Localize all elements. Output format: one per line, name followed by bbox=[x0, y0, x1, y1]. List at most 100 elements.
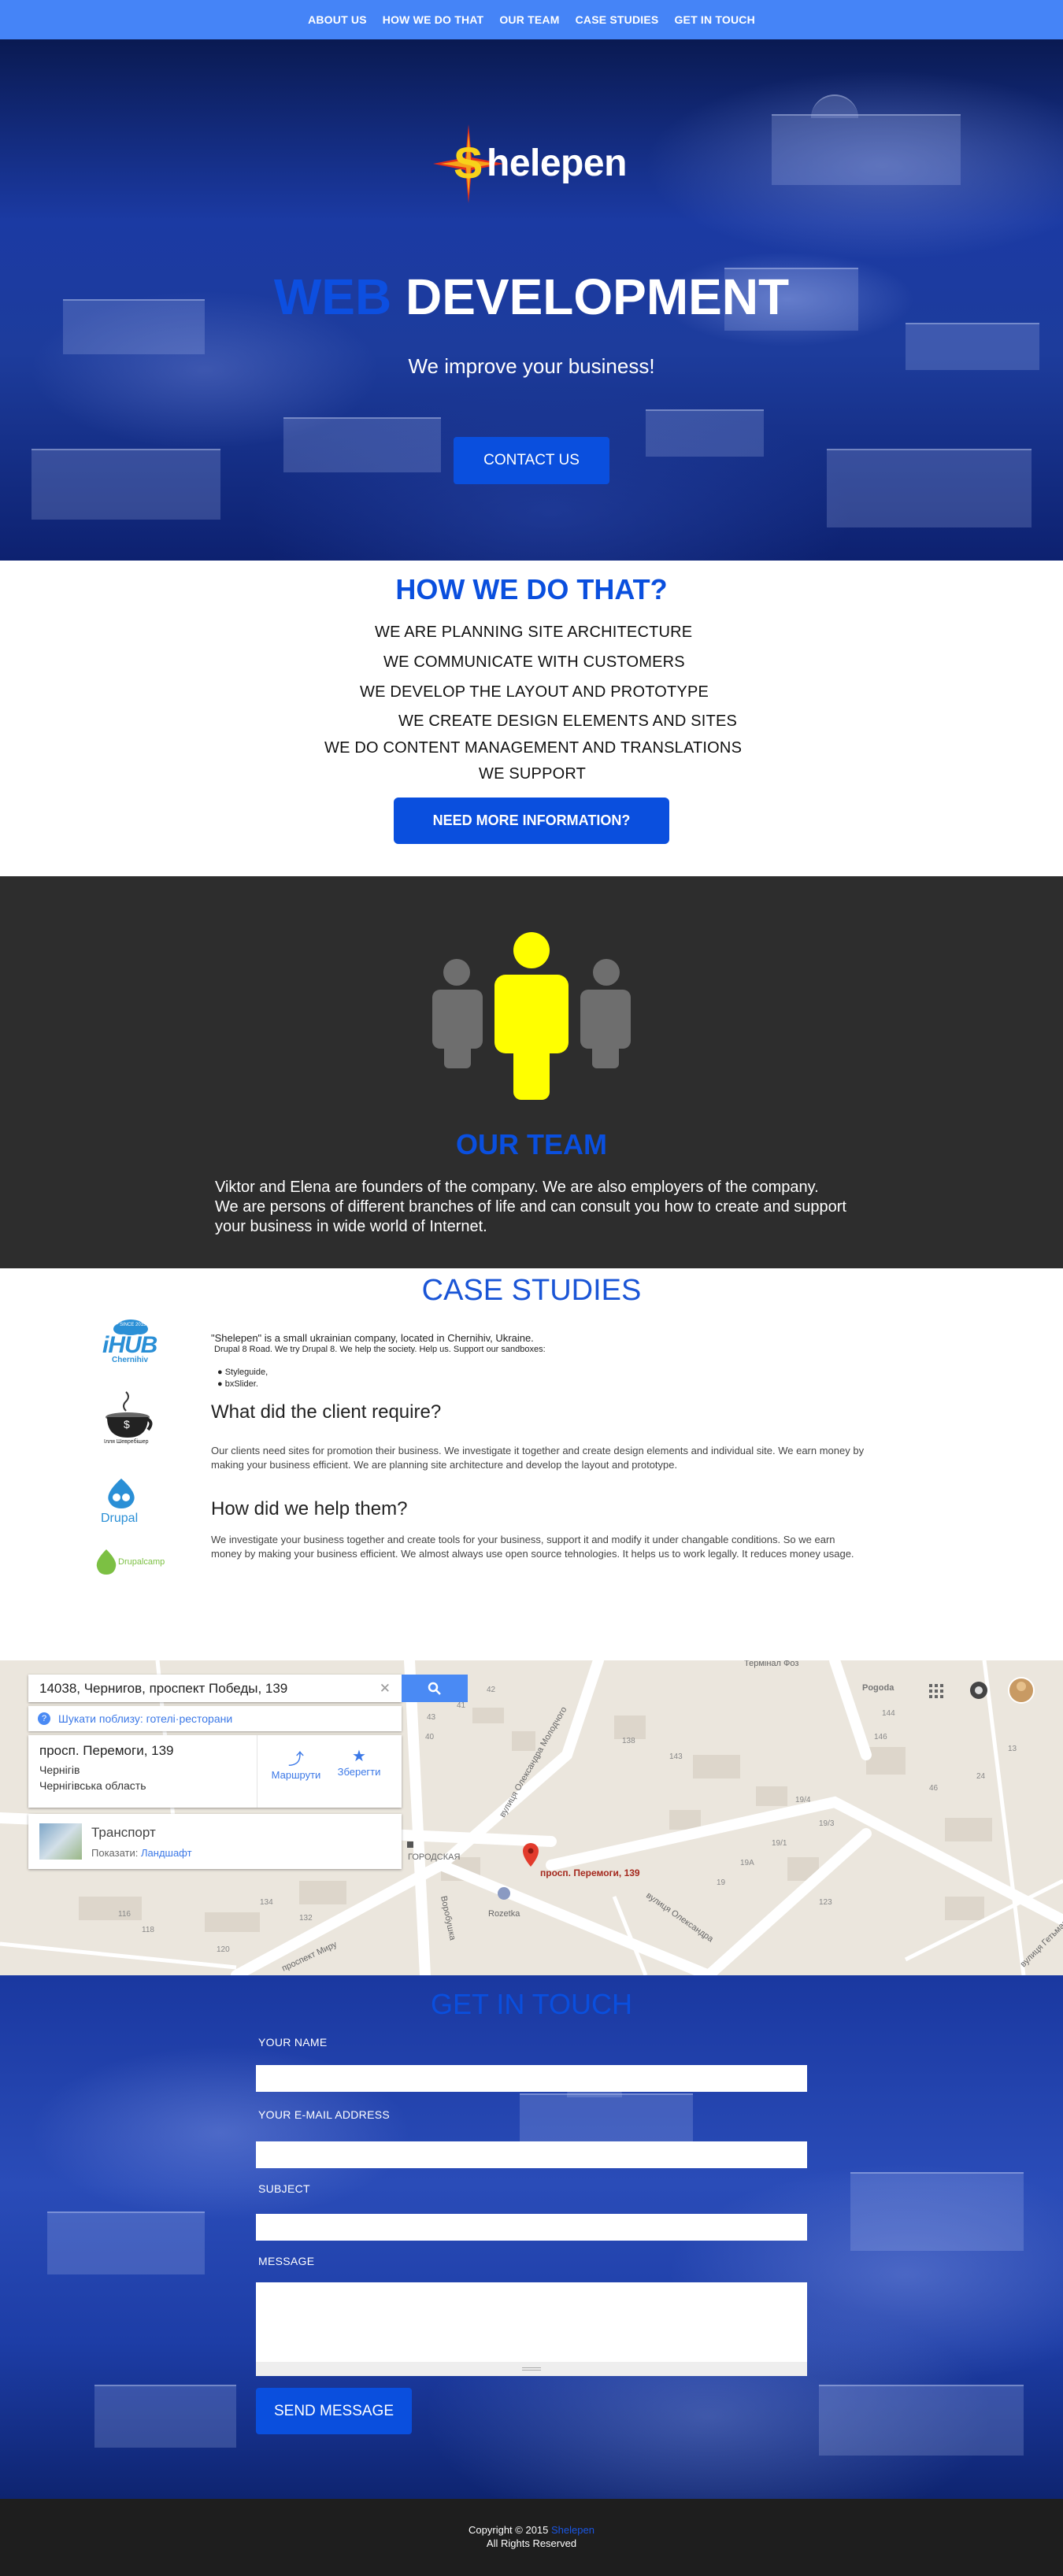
transport-thumbnail bbox=[39, 1823, 82, 1860]
resize-handle-icon[interactable] bbox=[522, 2367, 541, 2371]
svg-text:S: S bbox=[454, 138, 483, 187]
map-number: 132 bbox=[299, 1914, 313, 1923]
send-message-button[interactable]: SEND MESSAGE bbox=[256, 2388, 412, 2434]
location-marker-icon bbox=[523, 1843, 539, 1867]
case-question-1: What did the client require? bbox=[211, 1401, 442, 1423]
copyright-text: Copyright © 2015 bbox=[469, 2524, 552, 2536]
map-label-pogoda: Pogoda bbox=[862, 1683, 894, 1693]
contact-us-button[interactable]: CONTACT US bbox=[454, 437, 609, 484]
map-street: Воробушка bbox=[439, 1895, 457, 1941]
bus-stop-icon bbox=[407, 1841, 413, 1848]
map-transport-card[interactable]: Транспорт Показати: Ландшафт bbox=[28, 1814, 402, 1869]
case-answer-1: Our clients need sites for promotion the… bbox=[211, 1445, 865, 1471]
map-number: 138 bbox=[622, 1737, 635, 1745]
email-label: YOUR E-MAIL ADDRESS bbox=[258, 2108, 390, 2121]
map-number: 143 bbox=[669, 1752, 683, 1761]
case-bullet-text[interactable]: bxSlider. bbox=[225, 1379, 258, 1389]
map-nearby-search[interactable]: ? Шукати поблизу: готелі·ресторани bbox=[28, 1706, 402, 1731]
drupalcamp-drop-icon bbox=[96, 1549, 117, 1575]
case-studies-title: CASE STUDIES bbox=[421, 1274, 642, 1307]
svg-text:$: $ bbox=[124, 1418, 130, 1430]
map-number: 42 bbox=[487, 1686, 496, 1694]
map-number: 13 bbox=[1008, 1745, 1017, 1753]
clear-icon[interactable]: ✕ bbox=[380, 1681, 391, 1696]
map-label-gorodskaya: ГОРОДСКАЯ bbox=[408, 1852, 460, 1862]
case-bullet-text[interactable]: Styleguide, bbox=[225, 1368, 268, 1377]
case-bullet: ● bxSlider. bbox=[217, 1379, 258, 1389]
footer-rights: All Rights Reserved bbox=[486, 2537, 577, 2549]
map-number: 19/3 bbox=[819, 1819, 835, 1828]
map-number: 123 bbox=[819, 1898, 832, 1907]
message-label: MESSAGE bbox=[258, 2255, 315, 2267]
map-number: 19 bbox=[717, 1878, 726, 1887]
map-number: 43 bbox=[427, 1713, 436, 1722]
routes-button[interactable]: ⤴ Маршрути bbox=[265, 1746, 328, 1781]
subject-input[interactable] bbox=[256, 2214, 807, 2241]
map-number: 19/4 bbox=[795, 1796, 811, 1804]
google-map[interactable]: 43 40 41 42 138 144 143 146 19/4 19/3 19… bbox=[0, 1660, 1063, 1975]
routes-label: Маршрути bbox=[271, 1769, 321, 1781]
star-icon: ★ bbox=[352, 1748, 366, 1765]
subject-label: SUBJECT bbox=[258, 2182, 310, 2195]
place-region: Чернігівська область bbox=[39, 1779, 146, 1792]
how-item: WE DEVELOP THE LAYOUT AND PROTOTYPE bbox=[360, 683, 709, 701]
map-search-value: 14038, Чернигов, проспект Победы, 139 bbox=[39, 1681, 288, 1696]
your-name-label: YOUR NAME bbox=[258, 2036, 328, 2049]
nav-get-in-touch[interactable]: GET IN TOUCH bbox=[674, 13, 754, 26]
drupal-drop-icon bbox=[108, 1479, 135, 1508]
marker-label: просп. Перемоги, 139 bbox=[540, 1867, 640, 1878]
how-section-title: HOW WE DO THAT? bbox=[395, 573, 668, 605]
landscape-link[interactable]: Ландшафт bbox=[141, 1847, 192, 1859]
map-search-button[interactable] bbox=[402, 1675, 468, 1702]
team-people-icon bbox=[432, 932, 631, 1100]
place-title: просп. Перемоги, 139 bbox=[39, 1743, 174, 1758]
message-textarea[interactable] bbox=[256, 2282, 807, 2376]
case-question-2: How did we help them? bbox=[211, 1498, 408, 1519]
map-number: 46 bbox=[929, 1784, 939, 1793]
how-item: WE DO CONTENT MANAGEMENT AND TRANSLATION… bbox=[324, 739, 743, 757]
team-description-line: Viktor and Elena are founders of the com… bbox=[215, 1179, 819, 1196]
hero-title: WEB DEVELOPMENT bbox=[0, 268, 1063, 326]
save-place-button[interactable]: ★ Зберегти bbox=[328, 1746, 391, 1778]
need-more-information-button[interactable]: NEED MORE INFORMATION? bbox=[394, 798, 669, 844]
directions-icon: ⤴ bbox=[288, 1751, 304, 1768]
show-label: Показати: bbox=[91, 1847, 139, 1859]
nav-about-us[interactable]: ABOUT US bbox=[308, 13, 367, 26]
hero-title-rest: DEVELOPMENT bbox=[391, 268, 790, 325]
your-name-input[interactable] bbox=[256, 2065, 807, 2092]
top-navigation: ABOUT US HOW WE DO THAT OUR TEAM CASE ST… bbox=[0, 0, 1063, 39]
drupalcamp-logo[interactable]: Drupalcamp bbox=[94, 1548, 173, 1576]
case-intro: "Shelepen" is a small ukrainian company,… bbox=[211, 1332, 534, 1344]
hero-section: S helepen WEB DEVELOPMENT We improve you… bbox=[0, 39, 1063, 561]
drupal-logo[interactable]: Drupal bbox=[94, 1477, 150, 1529]
nearby-link[interactable]: Шукати поблизу: готелі·ресторани bbox=[58, 1712, 232, 1725]
map-street: вулиця Олександра bbox=[644, 1891, 715, 1945]
shelepen-logo[interactable]: S helepen bbox=[433, 124, 654, 203]
map-number: 144 bbox=[882, 1709, 895, 1718]
map-number: 24 bbox=[976, 1772, 986, 1781]
nav-how-we-do-that[interactable]: HOW WE DO THAT bbox=[383, 13, 484, 26]
place-city: Чернігів bbox=[39, 1764, 80, 1776]
nav-our-team[interactable]: OUR TEAM bbox=[499, 13, 559, 26]
nav-case-studies[interactable]: CASE STUDIES bbox=[576, 13, 659, 26]
map-number: 116 bbox=[118, 1910, 131, 1919]
email-input[interactable] bbox=[256, 2141, 807, 2168]
map-number: 40 bbox=[425, 1733, 435, 1741]
coffee-logo[interactable]: $ Ілля Шевребішер bbox=[102, 1390, 156, 1447]
coffee-cup-icon: $ bbox=[106, 1391, 153, 1438]
map-search-input[interactable]: 14038, Чернигов, проспект Победы, 139 ✕ bbox=[28, 1675, 402, 1702]
team-section: OUR TEAM Viktor and Elena are founders o… bbox=[0, 876, 1063, 1268]
ihub-logo[interactable]: SINCE 2013 iHUB Chernihiv bbox=[98, 1316, 164, 1365]
map-number: 134 bbox=[260, 1898, 273, 1907]
drupal-logo-text: Drupal bbox=[101, 1512, 139, 1525]
how-item: WE CREATE DESIGN ELEMENTS AND SITES bbox=[398, 712, 738, 730]
footer-copyright: Copyright © 2015 Shelepen bbox=[0, 2524, 1063, 2536]
footer-brand-link[interactable]: Shelepen bbox=[551, 2524, 594, 2536]
map-number: 120 bbox=[217, 1945, 230, 1954]
logo-text: helepen bbox=[487, 142, 627, 184]
rozetka-pin-icon bbox=[498, 1887, 510, 1900]
map-number: 41 bbox=[457, 1701, 466, 1710]
save-label: Зберегти bbox=[337, 1766, 381, 1778]
map-number: 146 bbox=[874, 1733, 887, 1741]
team-description-line: your business in wide world of Internet. bbox=[215, 1218, 487, 1235]
